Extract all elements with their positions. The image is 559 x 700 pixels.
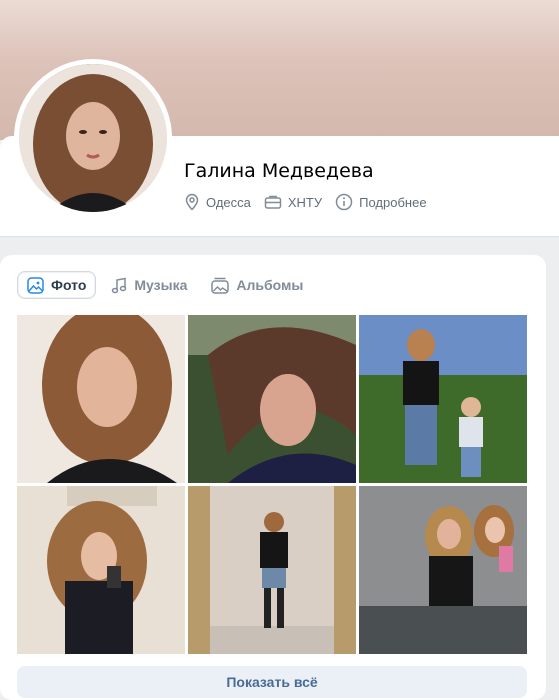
- photo-image: [17, 315, 185, 483]
- tab-albums[interactable]: Альбомы: [202, 271, 312, 299]
- avatar-image: [19, 64, 167, 212]
- university-item[interactable]: ХНТУ: [264, 194, 322, 210]
- photo-grid: [17, 315, 527, 654]
- briefcase-icon: [264, 195, 282, 209]
- university-label: ХНТУ: [287, 194, 323, 210]
- location-pin-icon: [185, 193, 199, 211]
- profile-meta: Одесса ХНТУ Подробнее: [184, 193, 440, 211]
- info-icon: [335, 193, 353, 211]
- photo-image: [359, 315, 527, 483]
- photo-image: [359, 486, 527, 654]
- city-label: Одесса: [206, 194, 251, 210]
- photo-icon: [27, 276, 44, 294]
- tab-music-label: Музыка: [134, 277, 188, 293]
- city-item[interactable]: Одесса: [184, 193, 251, 211]
- photo-thumbnail[interactable]: [359, 486, 527, 654]
- avatar[interactable]: [19, 64, 167, 212]
- tab-music[interactable]: Музыка: [102, 271, 196, 299]
- tab-photos-label: Фото: [51, 277, 87, 293]
- show-all-button[interactable]: Показать всё: [17, 666, 527, 698]
- album-icon: [211, 277, 230, 294]
- details-link: Подробнее: [359, 194, 427, 210]
- tab-albums-label: Альбомы: [236, 277, 304, 293]
- profile-name: Галина Медведева: [184, 160, 374, 182]
- photo-thumbnail[interactable]: [359, 315, 527, 483]
- photo-thumbnail[interactable]: [188, 315, 356, 483]
- details-item[interactable]: Подробнее: [335, 193, 427, 211]
- tab-photos[interactable]: Фото: [17, 271, 97, 299]
- photo-image: [188, 486, 356, 654]
- photo-image: [17, 486, 185, 654]
- media-tabs: Фото Музыка Альбомы: [17, 271, 318, 299]
- photo-image: [188, 315, 356, 483]
- photo-thumbnail[interactable]: [17, 486, 185, 654]
- photo-thumbnail[interactable]: [188, 486, 356, 654]
- music-note-icon: [112, 277, 127, 293]
- photo-thumbnail[interactable]: [17, 315, 185, 483]
